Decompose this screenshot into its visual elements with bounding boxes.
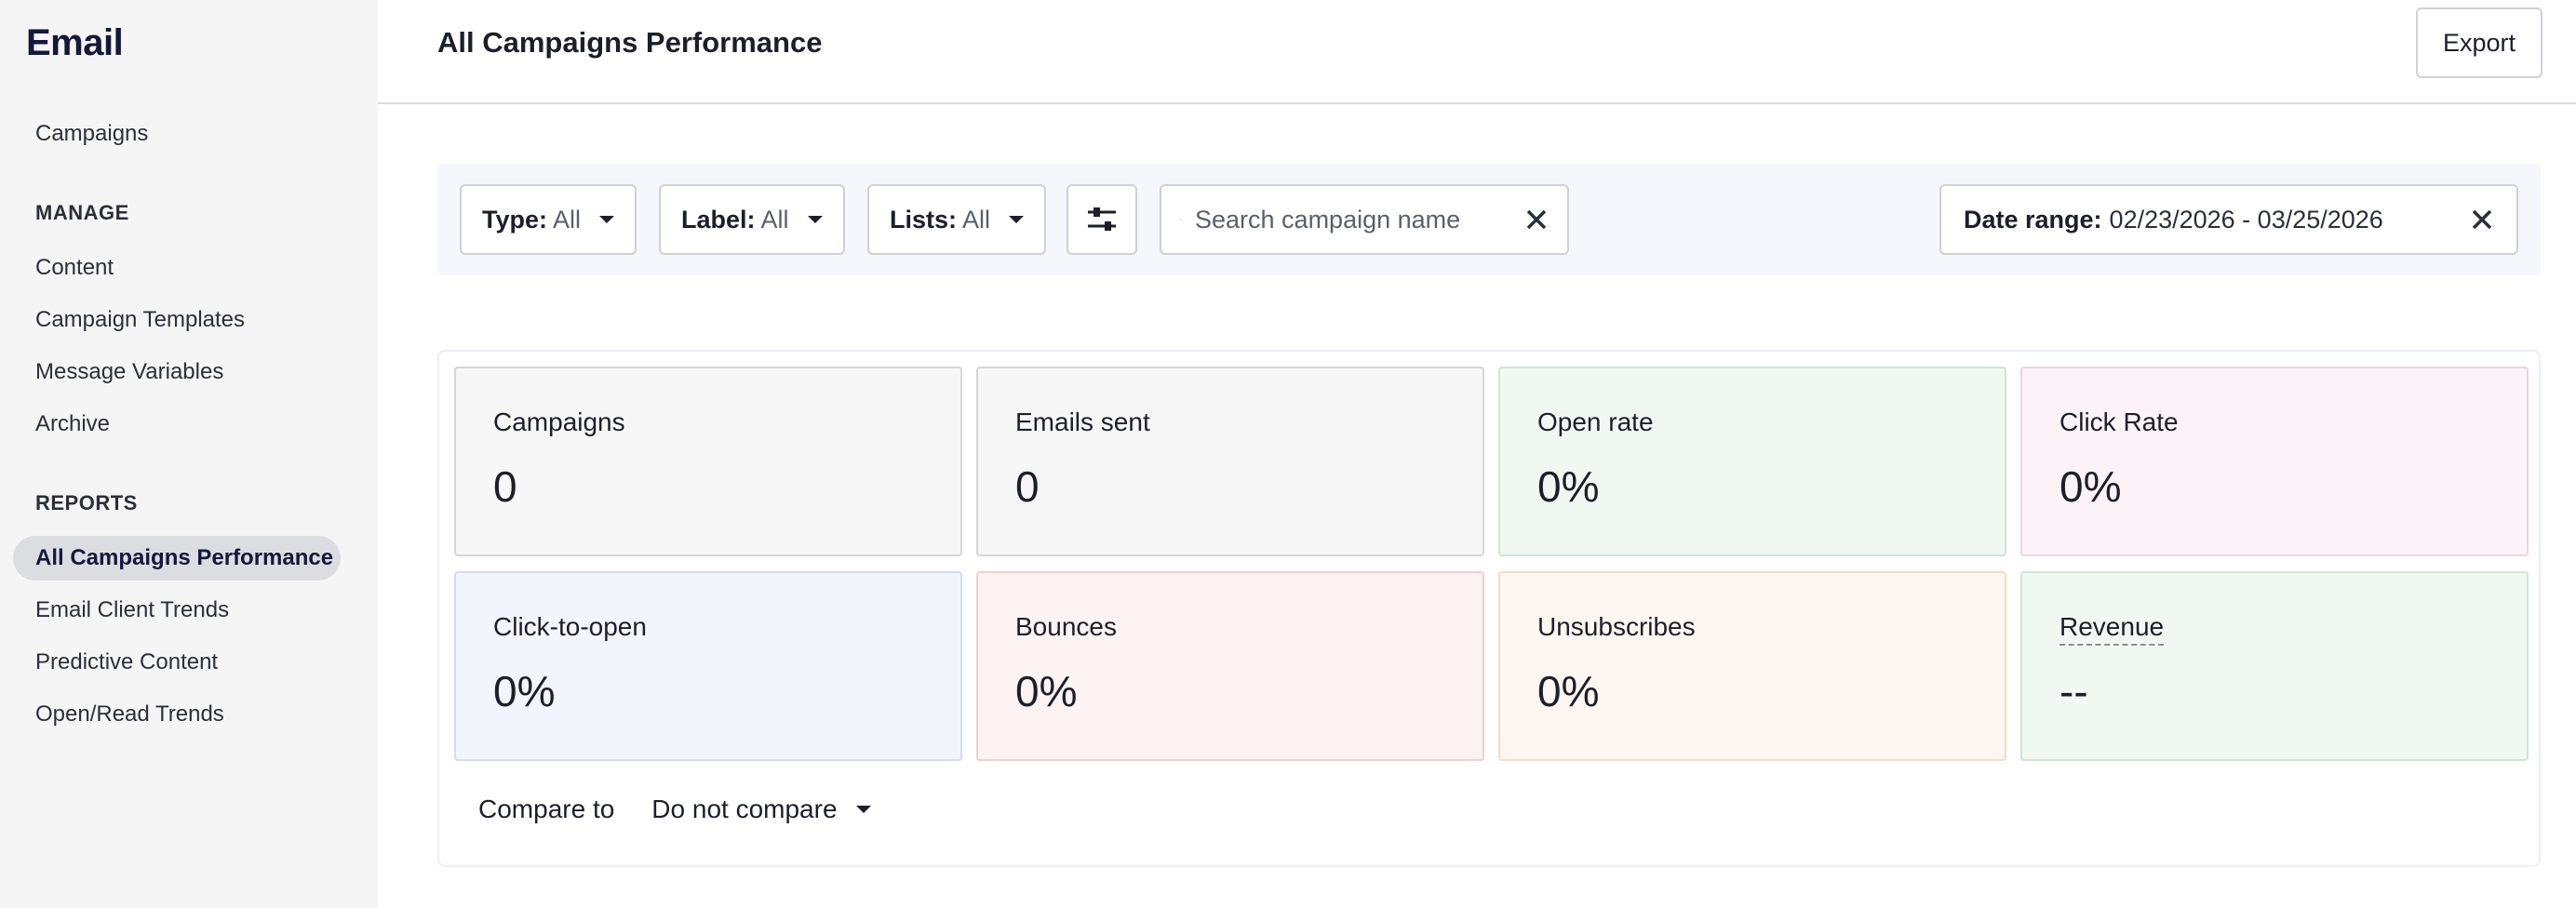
metric-card-bounces: Bounces 0%: [976, 571, 1484, 761]
advanced-filters-button[interactable]: [1067, 184, 1137, 255]
metric-value: 0%: [1537, 667, 1600, 715]
metric-card-campaigns: Campaigns 0: [454, 367, 962, 556]
metric-card-click-rate: Click Rate 0%: [2020, 367, 2529, 556]
lists-filter-label: Lists:: [890, 205, 958, 234]
metric-label: Click Rate: [2059, 407, 2179, 436]
metrics-panel: Campaigns 0 Emails sent 0 Open rate 0% C…: [437, 350, 2541, 867]
chevron-down-icon: [1009, 216, 1025, 223]
metric-label: Bounces: [1015, 612, 1117, 641]
sidebar-item-all-campaigns-performance[interactable]: All Campaigns Performance: [13, 536, 341, 581]
sidebar-item-campaigns[interactable]: Campaigns: [13, 112, 170, 156]
search-icon: [1180, 219, 1182, 220]
sidebar-heading-reports: REPORTS: [35, 491, 138, 514]
metric-card-click-to-open: Click-to-open 0%: [454, 571, 962, 761]
revenue-tooltip-label[interactable]: Revenue: [2059, 612, 2165, 646]
chevron-down-icon: [599, 216, 615, 223]
type-filter-value: All: [553, 205, 582, 234]
metric-value: 0%: [493, 667, 556, 715]
compare-label: Compare to: [478, 794, 615, 823]
metric-value: --: [2059, 667, 2088, 715]
clear-search-close-icon[interactable]: [1524, 207, 1549, 232]
date-range-label: Date range:: [1964, 205, 2102, 234]
compare-dropdown[interactable]: Do not compare: [651, 794, 871, 824]
sidebar-item-email-client-trends[interactable]: Email Client Trends: [13, 588, 251, 633]
metric-card-unsubscribes: Unsubscribes 0%: [1498, 571, 2006, 761]
chevron-down-icon: [855, 806, 871, 813]
lists-filter-value: All: [962, 205, 991, 234]
metric-value: 0%: [2059, 462, 2122, 511]
search-campaign-field[interactable]: [1160, 184, 1569, 255]
search-input[interactable]: [1195, 205, 1524, 234]
label-filter-value: All: [760, 205, 789, 234]
compare-value: Do not compare: [651, 794, 838, 823]
sidebar-item-predictive-content[interactable]: Predictive Content: [13, 640, 240, 685]
metric-label: Unsubscribes: [1537, 612, 1696, 641]
app-title: Email: [26, 22, 124, 63]
label-filter-label: Label:: [681, 205, 756, 234]
metric-label: Emails sent: [1015, 407, 1150, 436]
metric-value: 0%: [1015, 667, 1078, 715]
sidebar-item-archive[interactable]: Archive: [13, 402, 132, 447]
metric-value: 0: [493, 462, 517, 511]
sidebar-item-open-read-trends[interactable]: Open/Read Trends: [13, 692, 247, 737]
chevron-down-icon: [807, 216, 823, 223]
page-title: All Campaigns Performance: [437, 26, 823, 59]
metric-card-emails-sent: Emails sent 0: [976, 367, 1484, 556]
metric-label: Campaigns: [493, 407, 625, 436]
metric-label: Open rate: [1537, 407, 1654, 436]
sidebar-item-content[interactable]: Content: [13, 246, 136, 290]
sidebar: Email Campaigns MANAGE Content Campaign …: [0, 0, 378, 908]
sidebar-heading-manage: MANAGE: [35, 201, 129, 224]
metric-card-open-rate: Open rate 0%: [1498, 367, 2006, 556]
sidebar-item-campaign-templates[interactable]: Campaign Templates: [13, 298, 267, 342]
export-button[interactable]: Export: [2416, 7, 2542, 78]
page-header: All Campaigns Performance Export: [378, 0, 2576, 104]
clear-date-range-close-icon[interactable]: [2470, 207, 2494, 232]
label-filter-dropdown[interactable]: Label: All: [659, 184, 845, 255]
lists-filter-dropdown[interactable]: Lists: All: [867, 184, 1047, 255]
sidebar-item-message-variables[interactable]: Message Variables: [13, 350, 246, 394]
compare-row: Compare to Do not compare: [478, 794, 871, 824]
type-filter-dropdown[interactable]: Type: All: [460, 184, 637, 255]
type-filter-label: Type:: [482, 205, 548, 234]
sliders-icon: [1088, 207, 1116, 231]
date-range-picker[interactable]: Date range: 02/23/2026 - 03/25/2026: [1939, 184, 2518, 255]
metric-value: 0%: [1537, 462, 1600, 511]
date-range-value: 02/23/2026 - 03/25/2026: [2109, 205, 2383, 234]
metric-value: 0: [1015, 462, 1040, 511]
metric-label: Click-to-open: [493, 612, 647, 641]
metric-card-revenue: Revenue --: [2020, 571, 2529, 761]
filter-bar: Type: All Label: All Lists: All Date ran…: [437, 164, 2541, 275]
